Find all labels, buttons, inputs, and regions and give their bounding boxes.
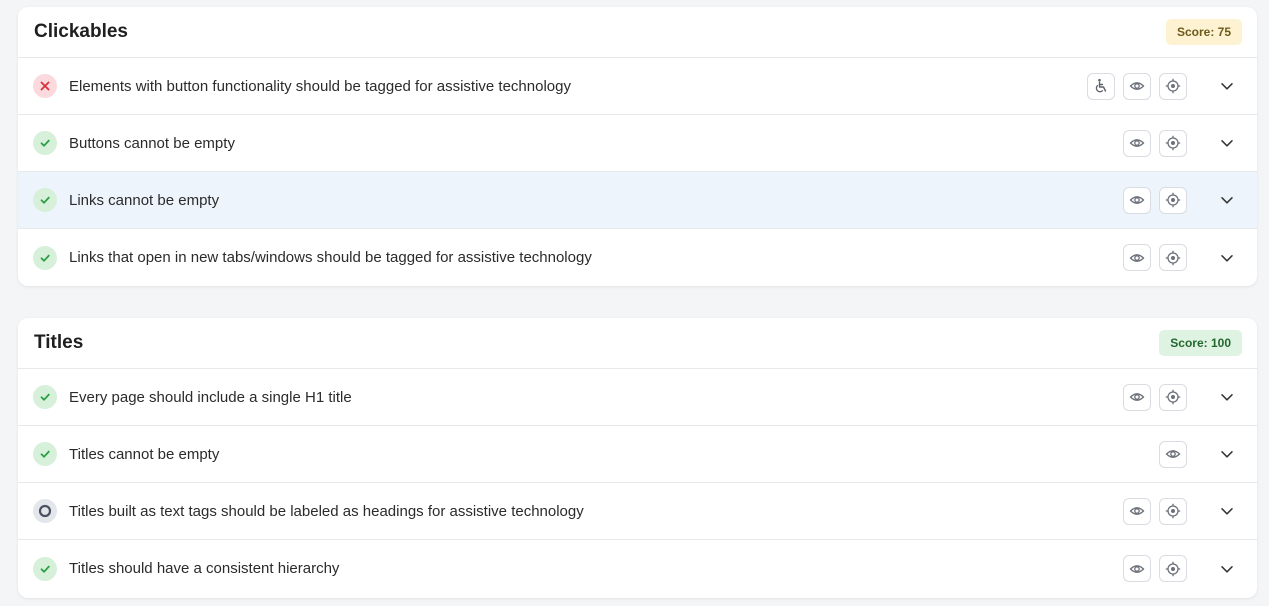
chevron-down-icon[interactable] <box>1215 246 1239 270</box>
rule-row[interactable]: Buttons cannot be empty <box>18 115 1257 172</box>
target-icon[interactable] <box>1159 72 1187 100</box>
chevron-down-icon[interactable] <box>1215 188 1239 212</box>
eye-icon[interactable] <box>1123 186 1151 214</box>
rule-row[interactable]: Titles cannot be empty <box>18 426 1257 483</box>
rule-label: Links that open in new tabs/windows shou… <box>69 249 592 266</box>
row-actions <box>1123 555 1187 582</box>
section-title: Titles <box>34 332 84 353</box>
eye-icon[interactable] <box>1123 72 1151 100</box>
target-icon[interactable] <box>1159 497 1187 525</box>
section-card-titles: Titles Score: 100 Every page should incl… <box>18 318 1257 598</box>
rule-label: Buttons cannot be empty <box>69 134 235 152</box>
chevron-down-icon[interactable] <box>1215 74 1239 98</box>
section-title: Clickables <box>34 21 128 42</box>
score-badge: Score: 75 <box>1165 19 1242 45</box>
row-actions <box>1123 244 1187 271</box>
accessibility-icon[interactable] <box>1087 72 1115 100</box>
row-actions <box>1123 129 1187 157</box>
chevron-down-icon[interactable] <box>1215 131 1239 155</box>
rule-row[interactable]: Links cannot be empty <box>18 172 1257 229</box>
fail-status-icon <box>33 74 57 98</box>
eye-icon[interactable] <box>1159 440 1187 468</box>
rule-label: Titles cannot be empty <box>69 445 220 463</box>
rule-label: Elements with button functionality shoul… <box>69 77 571 95</box>
row-actions <box>1123 186 1187 214</box>
row-actions <box>1159 440 1187 468</box>
check-status-icon <box>33 556 57 581</box>
check-status-icon <box>33 131 57 155</box>
eye-icon[interactable] <box>1123 244 1151 271</box>
eye-icon[interactable] <box>1123 555 1151 582</box>
rule-label: Titles built as text tags should be labe… <box>69 502 584 520</box>
neutral-status-icon <box>33 499 57 523</box>
rule-row[interactable]: Links that open in new tabs/windows shou… <box>18 229 1257 286</box>
check-status-icon <box>33 188 57 212</box>
target-icon[interactable] <box>1159 555 1187 582</box>
check-status-icon <box>33 385 57 409</box>
target-icon[interactable] <box>1159 244 1187 271</box>
rule-row[interactable]: Titles built as text tags should be labe… <box>18 483 1257 540</box>
section-header: Clickables Score: 75 <box>18 7 1257 58</box>
row-actions <box>1123 497 1187 525</box>
chevron-down-icon[interactable] <box>1215 557 1239 581</box>
target-icon[interactable] <box>1159 186 1187 214</box>
rule-label: Every page should include a single H1 ti… <box>69 388 352 406</box>
chevron-down-icon[interactable] <box>1215 499 1239 523</box>
rule-row[interactable]: Titles should have a consistent hierarch… <box>18 540 1257 597</box>
section-card-clickables: Clickables Score: 75 Elements with butto… <box>18 7 1257 286</box>
check-status-icon <box>33 442 57 466</box>
rule-row[interactable]: Elements with button functionality shoul… <box>18 58 1257 115</box>
rule-label: Links cannot be empty <box>69 191 220 209</box>
row-actions <box>1087 72 1187 100</box>
eye-icon[interactable] <box>1123 497 1151 525</box>
rule-row[interactable]: Every page should include a single H1 ti… <box>18 369 1257 426</box>
chevron-down-icon[interactable] <box>1215 385 1239 409</box>
score-badge: Score: 100 <box>1159 330 1242 356</box>
eye-icon[interactable] <box>1123 129 1151 157</box>
rule-label: Titles should have a consistent hierarch… <box>69 560 340 577</box>
section-header: Titles Score: 100 <box>18 318 1257 369</box>
target-icon[interactable] <box>1159 383 1187 411</box>
chevron-down-icon[interactable] <box>1215 442 1239 466</box>
row-actions <box>1123 383 1187 411</box>
check-status-icon <box>33 245 57 270</box>
eye-icon[interactable] <box>1123 383 1151 411</box>
target-icon[interactable] <box>1159 129 1187 157</box>
